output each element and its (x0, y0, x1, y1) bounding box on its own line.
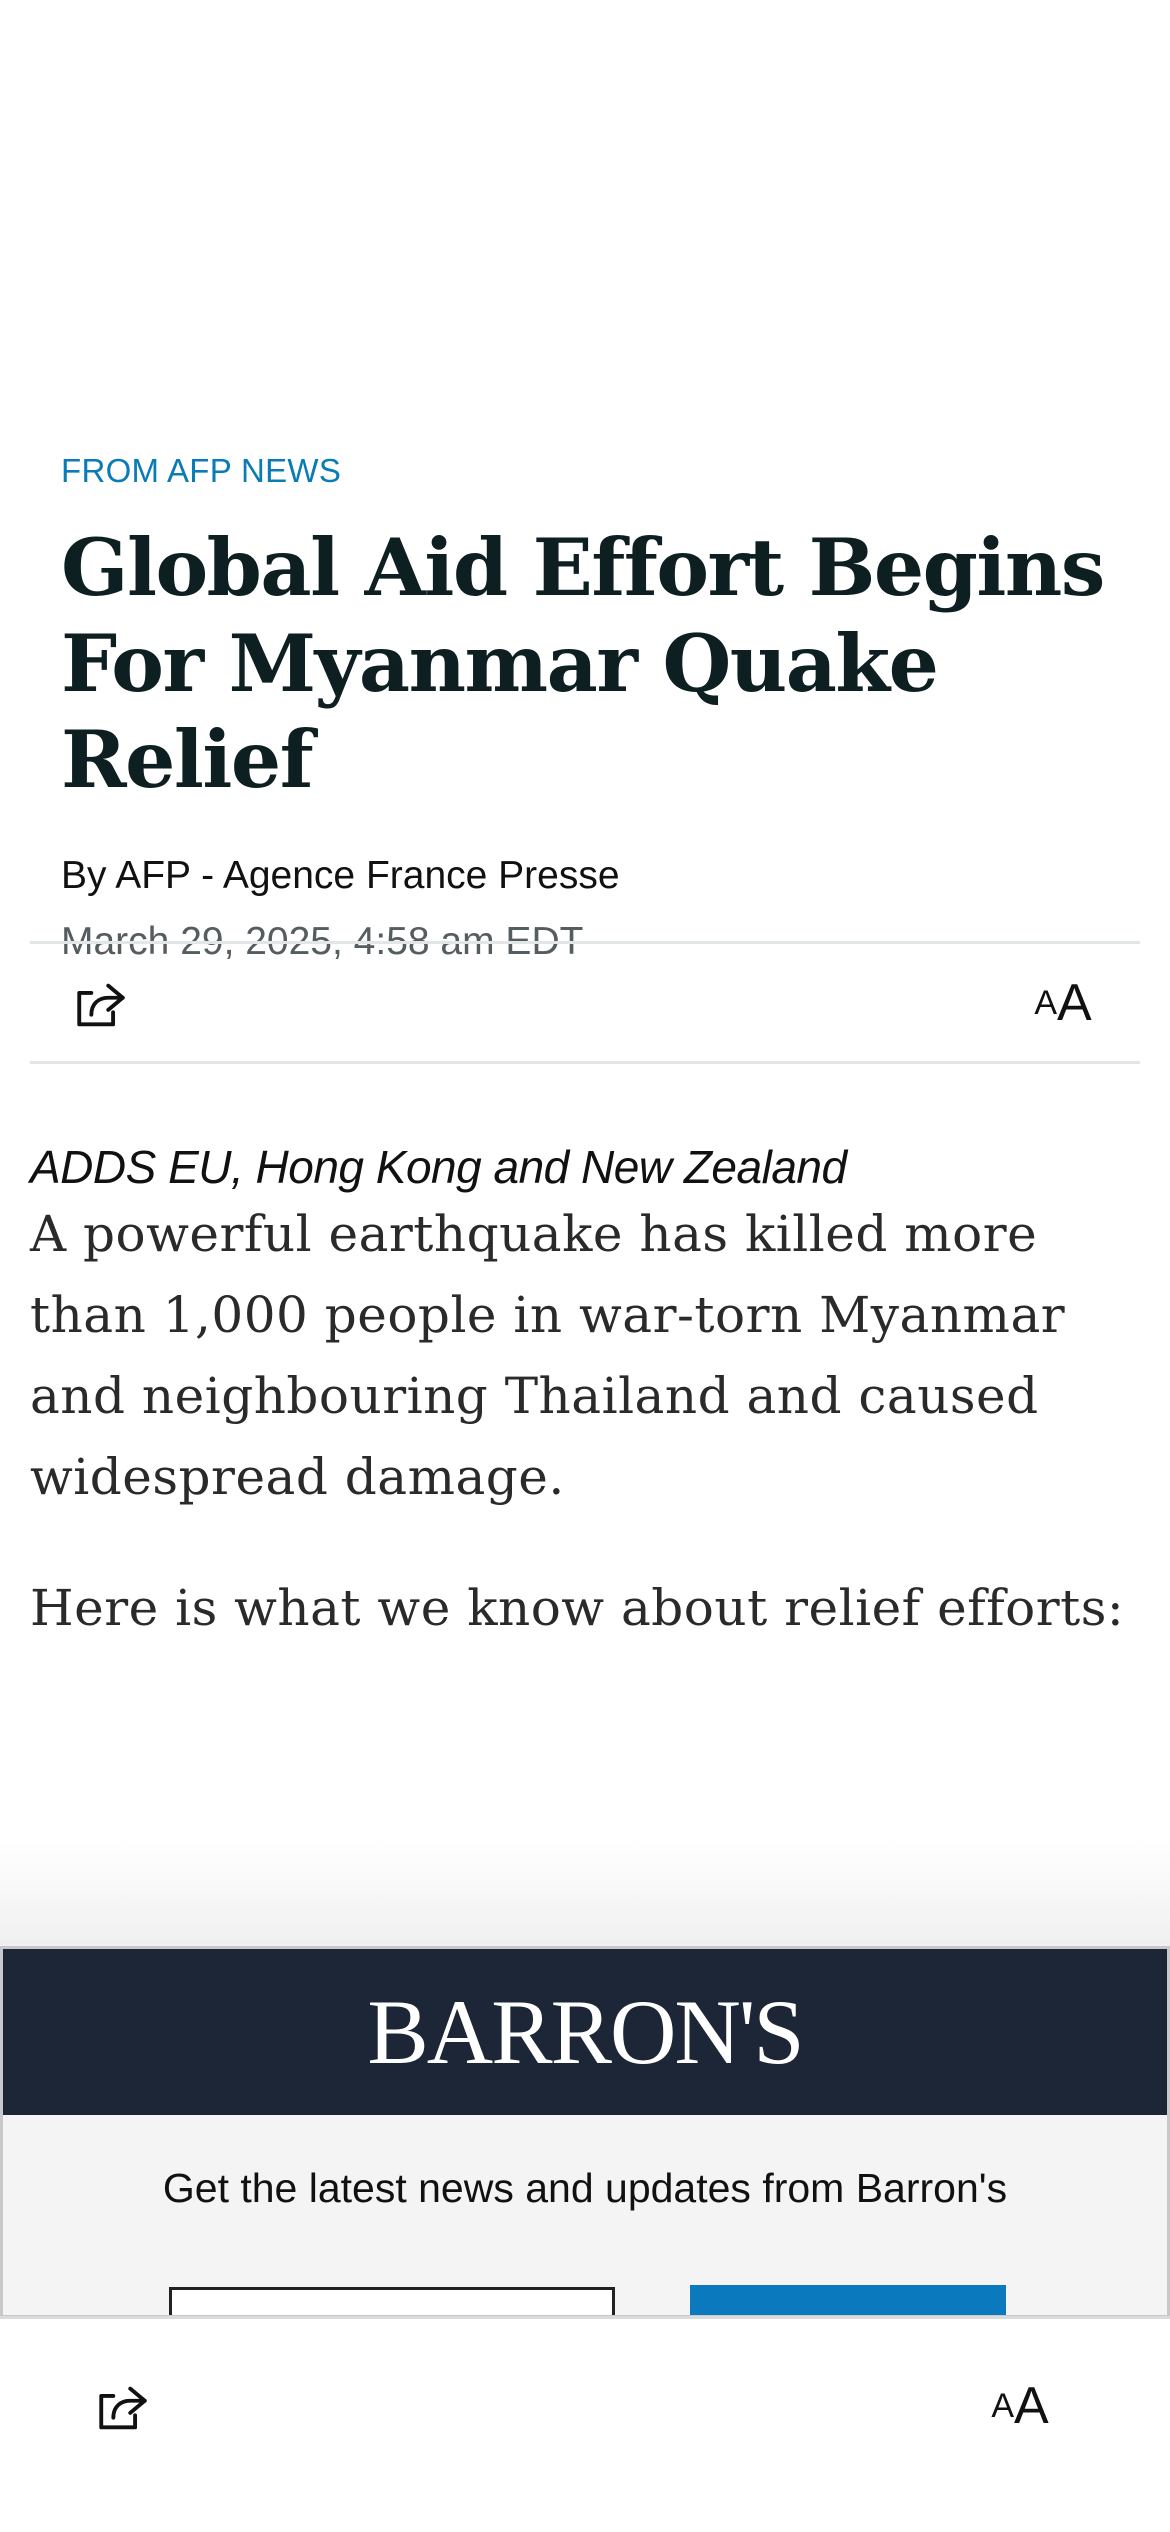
share-icon (77, 983, 125, 1027)
newsletter-promo: BARRON'S Get the latest news and updates… (0, 1946, 1170, 2318)
article-paragraph: A powerful earthquake has killed more th… (30, 1205, 1066, 1506)
text-size-large-glyph: A (1014, 2377, 1049, 2435)
article-headline: Global Aid Effort Begins For Myanmar Qua… (61, 521, 1105, 806)
text-size-large-glyph: A (1057, 974, 1092, 1032)
share-button[interactable] (70, 974, 132, 1036)
article-toolbar: AA (30, 941, 1140, 1064)
article-byline: By AFP - Agence France Presse (61, 854, 620, 897)
text-size-button[interactable]: AA (1028, 972, 1098, 1034)
share-icon (99, 2386, 147, 2430)
email-field[interactable] (169, 2287, 615, 2315)
article-kicker[interactable]: FROM AFP NEWS (61, 452, 1141, 490)
bottom-toolbar: AA (0, 2316, 1170, 2532)
barrons-logo: BARRON'S (367, 1981, 804, 2083)
text-size-small-glyph: A (991, 2386, 1014, 2425)
share-button[interactable] (92, 2377, 154, 2439)
promo-brand-bar: BARRON'S (3, 1949, 1167, 2115)
article-body: ADDS EU, Hong Kong and New Zealand A pow… (30, 1140, 1145, 1649)
text-size-button[interactable]: AA (985, 2375, 1055, 2437)
text-size-small-glyph: A (1034, 983, 1057, 1022)
article-dek: ADDS EU, Hong Kong and New Zealand (30, 1141, 847, 1193)
signup-button[interactable] (690, 2285, 1006, 2315)
article-paragraph: Here is what we know about relief effort… (30, 1579, 1125, 1637)
promo-text: Get the latest news and updates from Bar… (162, 2165, 1008, 2211)
promo-shadow (0, 1840, 1170, 1950)
article-header: FROM AFP NEWS Global Aid Effort Begins F… (61, 452, 1141, 964)
